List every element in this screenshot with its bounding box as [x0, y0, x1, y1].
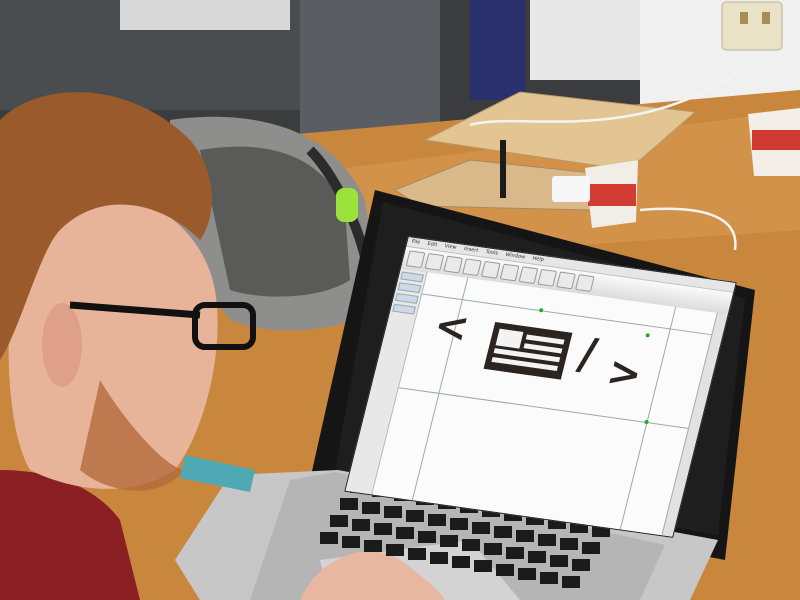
anchor-point[interactable] [538, 308, 544, 313]
layer-item[interactable] [394, 293, 419, 304]
menu-tools[interactable]: Tools [485, 249, 499, 257]
menu-insert[interactable]: Insert [463, 246, 479, 254]
anchor-point[interactable] [644, 419, 650, 425]
laptop-screen: File Edit View Insert Tools Window Help [344, 236, 737, 538]
layer-item[interactable] [400, 271, 424, 283]
menu-edit[interactable]: Edit [427, 241, 438, 248]
design-right-bracket: > [602, 348, 647, 399]
tool-icon[interactable] [462, 258, 482, 277]
tool-icon[interactable] [556, 271, 576, 290]
guide-line [619, 306, 677, 530]
tool-icon[interactable] [537, 268, 558, 287]
photo-scene: File Edit View Insert Tools Window Help [0, 0, 800, 600]
layer-item[interactable] [397, 282, 422, 294]
layer-item[interactable] [392, 303, 416, 315]
drawing-canvas[interactable]: < / > [372, 272, 718, 536]
flag-stripe [523, 343, 563, 354]
tool-icon[interactable] [443, 255, 464, 274]
menu-view[interactable]: View [444, 243, 457, 251]
tool-icon[interactable] [405, 250, 426, 269]
tool-icon[interactable] [518, 266, 539, 285]
design-left-bracket: < [429, 302, 474, 352]
anchor-point[interactable] [645, 333, 651, 338]
tool-icon[interactable] [424, 252, 445, 271]
tool-icon[interactable] [499, 263, 520, 282]
flag-stripe [525, 334, 565, 345]
tool-icon[interactable] [574, 274, 595, 292]
design-flag [483, 321, 573, 380]
flag-canton [495, 328, 524, 349]
menu-file[interactable]: File [411, 239, 421, 246]
design-slash: / [573, 328, 602, 381]
menu-help[interactable]: Help [532, 256, 545, 263]
menu-window[interactable]: Window [505, 252, 526, 261]
tool-icon[interactable] [480, 260, 501, 279]
